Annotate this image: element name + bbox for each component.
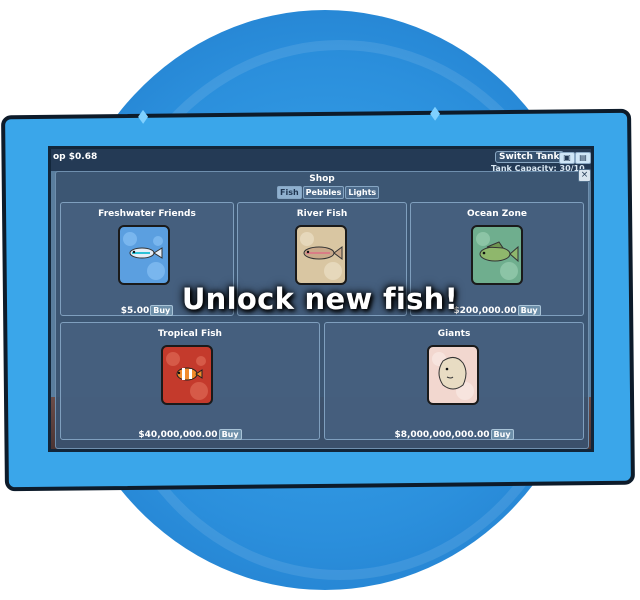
card-title: Giants xyxy=(437,329,471,339)
trout-fish-icon xyxy=(295,225,347,285)
shop-tabs: Fish Pebbles Lights xyxy=(277,186,380,199)
money-display: op $0.68 xyxy=(53,152,98,162)
shop-card-giants[interactable]: Giants $8,000,000,000.00 Buy xyxy=(324,322,584,440)
buy-button[interactable]: Buy xyxy=(218,429,242,440)
tab-pebbles[interactable]: Pebbles xyxy=(302,186,345,199)
tank-alt-icon[interactable]: ▤ xyxy=(575,152,591,164)
tab-fish[interactable]: Fish xyxy=(277,186,302,199)
card-title: River Fish xyxy=(296,209,348,219)
promo-headline: Unlock new fish! xyxy=(181,282,459,316)
switch-tank-button[interactable]: Switch Tank xyxy=(495,151,564,163)
card-title: Tropical Fish xyxy=(158,329,222,339)
card-title: Ocean Zone xyxy=(467,209,527,219)
tank-icon[interactable]: ▣ xyxy=(559,152,575,164)
shop-card-tropical[interactable]: Tropical Fish $40,000,000.00 Buy xyxy=(60,322,320,440)
neon-tetra-fish-icon xyxy=(118,225,170,285)
buy-button[interactable]: Buy xyxy=(490,429,514,440)
bass-fish-icon xyxy=(471,225,523,285)
card-title: Freshwater Friends xyxy=(98,209,196,219)
sunfish-icon xyxy=(427,345,479,405)
shop-title: Shop xyxy=(309,174,335,184)
clownfish-icon xyxy=(161,345,213,405)
tab-lights[interactable]: Lights xyxy=(345,186,380,199)
price-label: $40,000,000.00 xyxy=(138,430,218,440)
price-label: $8,000,000,000.00 xyxy=(394,430,490,440)
close-icon[interactable]: × xyxy=(578,169,591,182)
